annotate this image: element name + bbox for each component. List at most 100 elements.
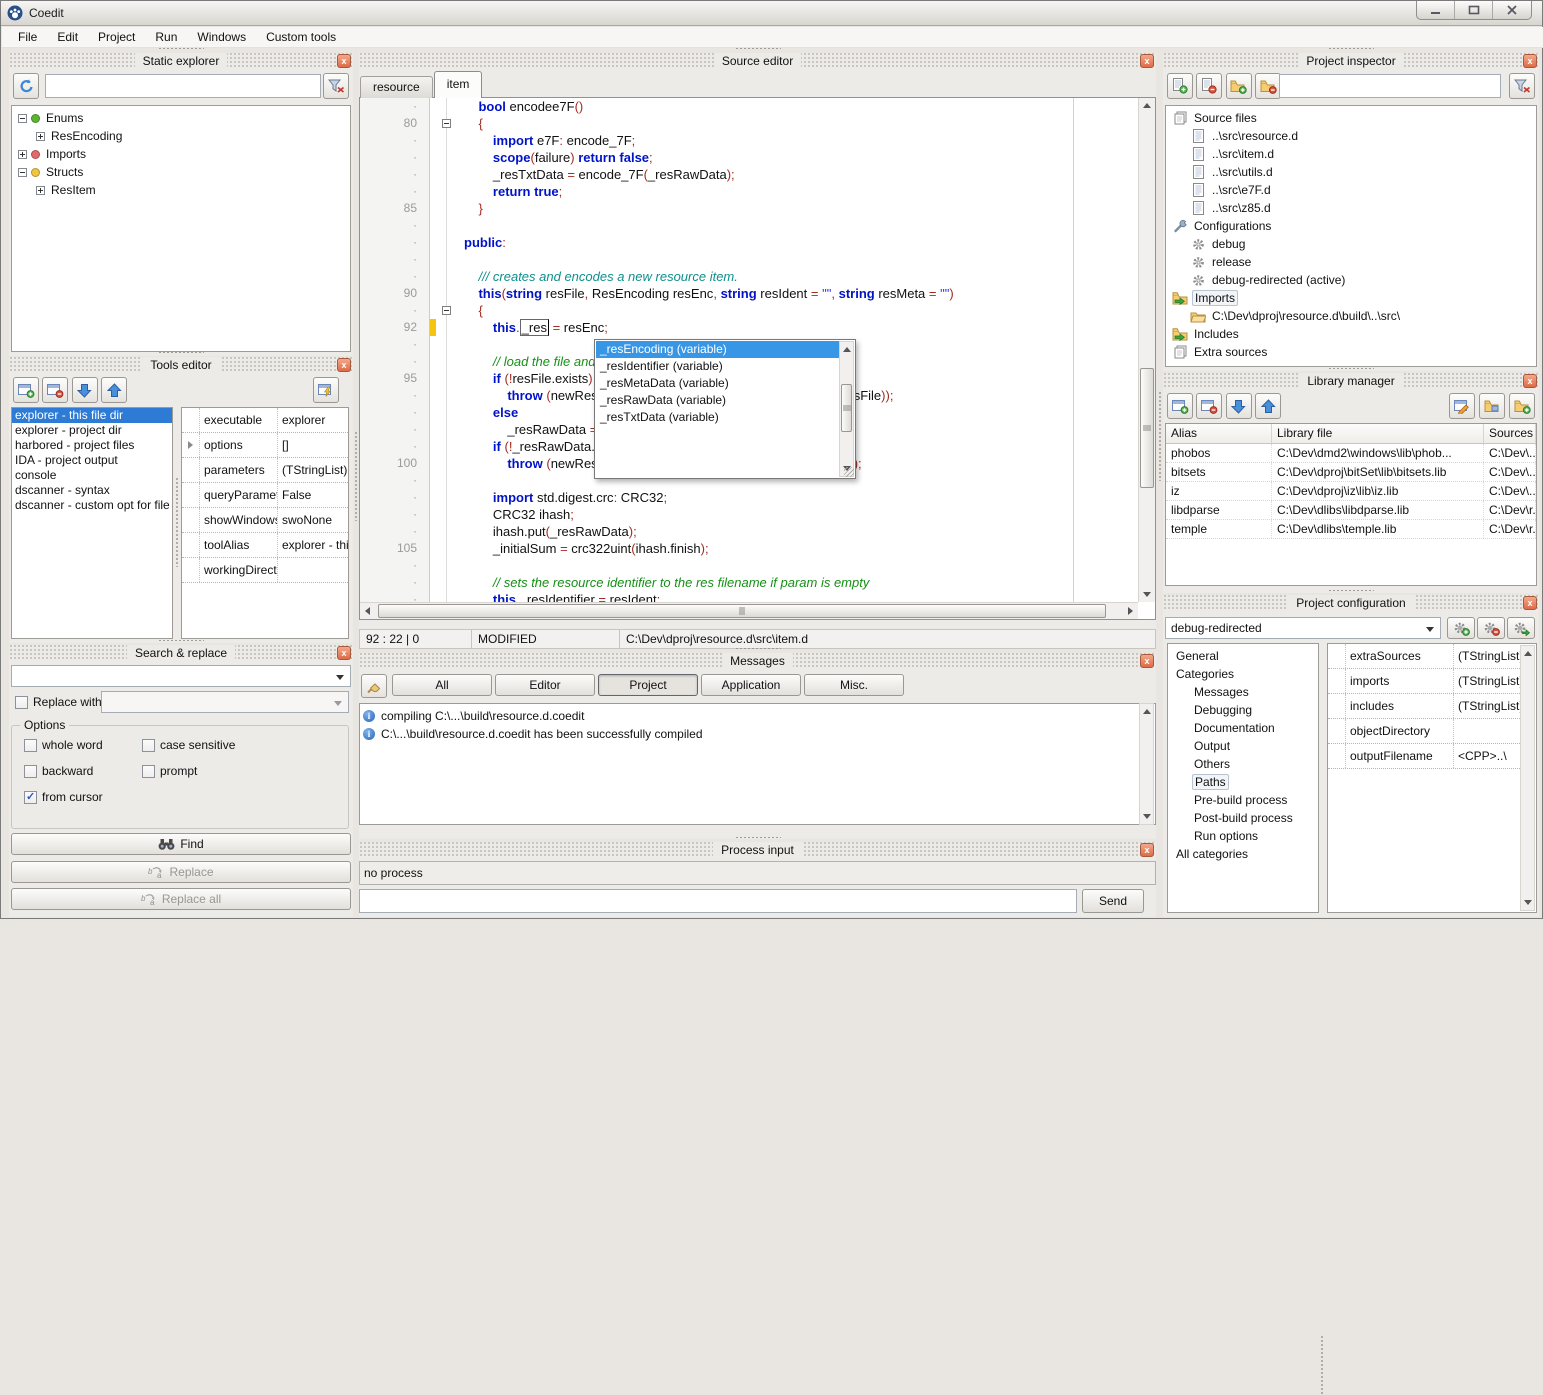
- category-item[interactable]: Documentation: [1168, 719, 1318, 737]
- right-splitter[interactable]: [1158, 391, 1163, 481]
- tool-list-item[interactable]: harbored - project files: [12, 438, 172, 453]
- menu-windows[interactable]: Windows: [187, 28, 256, 46]
- filter-misc[interactable]: Misc.: [804, 674, 904, 696]
- close-panel-icon[interactable]: [1523, 54, 1537, 68]
- property-row[interactable]: toolAliasexplorer - this file dir: [182, 533, 348, 558]
- property-row[interactable]: parameters(TStringList): [182, 458, 348, 483]
- property-value[interactable]: (TStringList): [1454, 649, 1520, 663]
- close-panel-icon[interactable]: [1140, 843, 1154, 857]
- completion-item[interactable]: _resRawData (variable): [596, 392, 839, 409]
- search-term-combobox[interactable]: [11, 665, 351, 687]
- close-panel-icon[interactable]: [1523, 374, 1537, 388]
- category-item[interactable]: All categories: [1168, 845, 1318, 863]
- tool-list-item[interactable]: IDA - project output: [12, 453, 172, 468]
- symbol-tree-item[interactable]: Structs: [12, 163, 350, 181]
- clear-filter-button[interactable]: [323, 73, 349, 99]
- remove-tool-button[interactable]: [42, 377, 68, 403]
- menu-custom-tools[interactable]: Custom tools: [256, 28, 346, 46]
- category-item[interactable]: Post-build process: [1168, 809, 1318, 827]
- close-button[interactable]: [1493, 1, 1531, 19]
- option-backward[interactable]: backward: [24, 764, 93, 778]
- inspector-filter-input[interactable]: [1279, 74, 1501, 98]
- clone-configuration-button[interactable]: [1507, 617, 1535, 639]
- category-item[interactable]: Paths: [1168, 773, 1318, 791]
- replace-with-checkbox[interactable]: Replace with: [15, 695, 102, 709]
- project-tree-item[interactable]: ..\src\resource.d: [1166, 127, 1536, 145]
- project-tree-item[interactable]: C:\Dev\dproj\resource.d\build\..\src\: [1166, 307, 1536, 325]
- property-row[interactable]: extraSources(TStringList): [1328, 644, 1520, 669]
- configuration-selector[interactable]: debug-redirected: [1165, 617, 1441, 639]
- filter-application[interactable]: Application: [701, 674, 801, 696]
- add-library-button[interactable]: [1167, 393, 1193, 419]
- table-row[interactable]: bitsetsC:\Dev\dproj\bitSet\lib\bitsets.l…: [1166, 463, 1536, 482]
- close-panel-icon[interactable]: [1523, 596, 1537, 610]
- properties-scrollbar[interactable]: [1520, 645, 1535, 911]
- add-folder-button[interactable]: [1226, 73, 1252, 99]
- column-header[interactable]: Library file: [1272, 424, 1484, 443]
- fold-collapse-icon[interactable]: [442, 119, 451, 128]
- add-library-folder-button[interactable]: [1509, 393, 1535, 419]
- menu-project[interactable]: Project: [88, 28, 145, 46]
- scrollbar-thumb[interactable]: [1140, 368, 1154, 488]
- category-item[interactable]: Output: [1168, 737, 1318, 755]
- project-tree-item[interactable]: ..\src\item.d: [1166, 145, 1536, 163]
- menu-file[interactable]: File: [8, 28, 47, 46]
- table-row[interactable]: templeC:\Dev\dlibs\temple.libC:\Dev\r...: [1166, 520, 1536, 539]
- edit-library-button[interactable]: [1449, 393, 1475, 419]
- scrollbar-thumb[interactable]: [841, 384, 852, 432]
- property-row[interactable]: imports(TStringList): [1328, 669, 1520, 694]
- add-configuration-button[interactable]: [1447, 617, 1475, 639]
- collapse-icon[interactable]: [18, 114, 27, 123]
- send-button[interactable]: Send: [1082, 889, 1144, 913]
- close-panel-icon[interactable]: [337, 646, 351, 660]
- remove-configuration-button[interactable]: [1477, 617, 1505, 639]
- category-item[interactable]: Messages: [1168, 683, 1318, 701]
- project-tree-item[interactable]: Extra sources: [1166, 343, 1536, 361]
- category-item[interactable]: Debugging: [1168, 701, 1318, 719]
- remove-source-button[interactable]: [1196, 73, 1222, 99]
- scroll-down-icon[interactable]: [1139, 587, 1155, 602]
- symbol-tree-item[interactable]: Enums: [12, 109, 350, 127]
- project-tree-item[interactable]: release: [1166, 253, 1536, 271]
- replace-all-button[interactable]: baReplace all: [11, 888, 351, 910]
- filter-editor[interactable]: Editor: [495, 674, 595, 696]
- move-library-up-button[interactable]: [1255, 393, 1281, 419]
- scroll-up-icon[interactable]: [840, 342, 853, 357]
- add-tool-button[interactable]: [13, 377, 39, 403]
- process-input-field[interactable]: [359, 889, 1077, 913]
- project-tree-item[interactable]: ..\src\utils.d: [1166, 163, 1536, 181]
- left-splitter[interactable]: [354, 431, 359, 521]
- close-panel-icon[interactable]: [1140, 654, 1154, 668]
- project-tree-item[interactable]: Includes: [1166, 325, 1536, 343]
- scroll-up-icon[interactable]: [1140, 704, 1153, 719]
- message-row[interactable]: C:\...\build\resource.d.coedit has been …: [363, 725, 1155, 743]
- message-row[interactable]: compiling C:\...\build\resource.d.coedit: [363, 707, 1155, 725]
- table-row[interactable]: phobosC:\Dev\dmd2\windows\lib\phob...C:\…: [1166, 444, 1536, 463]
- completion-item[interactable]: _resIdentifier (variable): [596, 358, 839, 375]
- scroll-down-icon[interactable]: [1521, 895, 1534, 910]
- add-source-button[interactable]: [1167, 73, 1193, 99]
- property-value[interactable]: explorer - this file dir: [278, 538, 348, 552]
- remove-library-button[interactable]: [1196, 393, 1222, 419]
- property-value[interactable]: explorer: [278, 413, 348, 427]
- project-tree-item[interactable]: debug: [1166, 235, 1536, 253]
- tools-splitter[interactable]: [175, 477, 180, 567]
- table-row[interactable]: izC:\Dev\dproj\iz\lib\iz.libC:\Dev\...: [1166, 482, 1536, 501]
- completion-item[interactable]: _resEncoding (variable): [596, 341, 839, 358]
- move-tool-up-button[interactable]: [101, 377, 127, 403]
- tool-list-item[interactable]: dscanner - custom opt for file: [12, 498, 172, 513]
- scrollbar-thumb[interactable]: [378, 604, 1106, 618]
- option-case-sensitive[interactable]: case sensitive: [142, 738, 235, 752]
- close-panel-icon[interactable]: [337, 358, 351, 372]
- expand-icon[interactable]: [18, 150, 27, 159]
- symbol-tree-item[interactable]: Imports: [12, 145, 350, 163]
- expand-icon[interactable]: [36, 186, 45, 195]
- refresh-button[interactable]: [13, 73, 39, 99]
- project-tree-item[interactable]: Imports: [1166, 289, 1536, 307]
- find-button[interactable]: Find: [11, 833, 351, 855]
- filter-all[interactable]: All: [392, 674, 492, 696]
- collapse-icon[interactable]: [18, 168, 27, 177]
- completion-scrollbar[interactable]: [839, 341, 854, 477]
- messages-scrollbar[interactable]: [1139, 703, 1154, 825]
- tool-list-item[interactable]: dscanner - syntax: [12, 483, 172, 498]
